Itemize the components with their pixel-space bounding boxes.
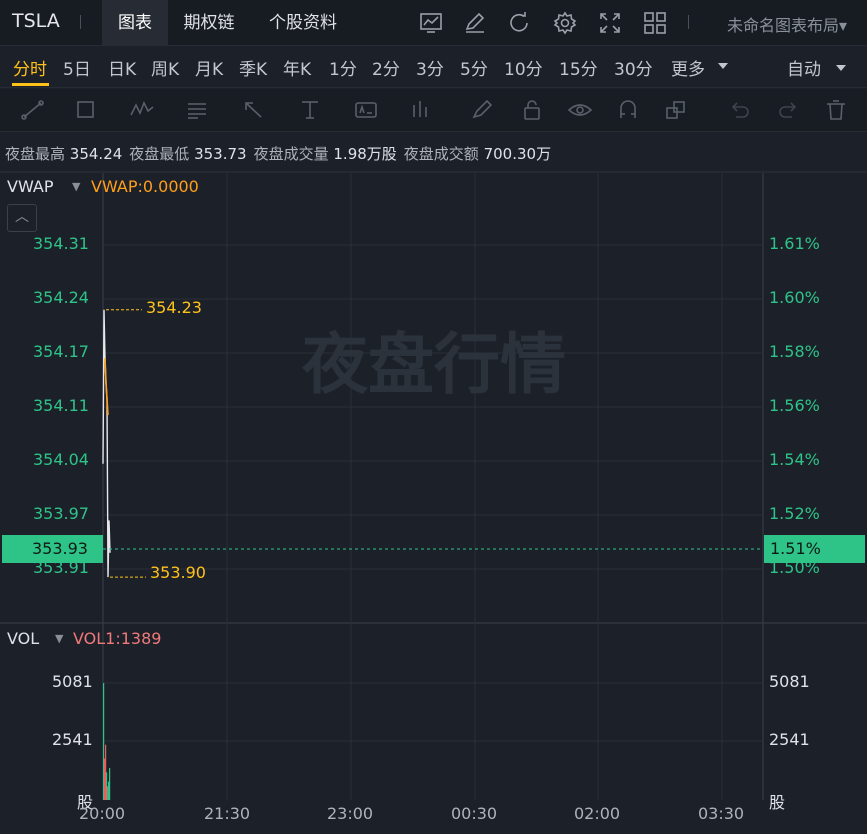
vol-tick: 5081 bbox=[52, 672, 93, 691]
time-tick: 23:00 bbox=[327, 804, 374, 823]
pct-tick: 1.58% bbox=[769, 342, 820, 361]
pct-tick: 1.60% bbox=[769, 288, 820, 307]
high-price-label: 354.23 bbox=[146, 298, 202, 317]
pct-tick: 1.54% bbox=[769, 450, 820, 469]
vwap-indicator-value: VWAP:0.0000 bbox=[91, 177, 199, 196]
time-tick: 00:30 bbox=[451, 804, 498, 823]
low-price-label: 353.90 bbox=[150, 563, 206, 582]
vol-indicator-name[interactable]: VOL bbox=[7, 629, 39, 648]
time-tick: 21:30 bbox=[204, 804, 251, 823]
vwap-dropdown-icon[interactable]: ▼ bbox=[72, 180, 80, 193]
volume-bar bbox=[109, 768, 111, 800]
vol-tick-right: 2541 bbox=[769, 730, 810, 749]
watermark-text: 夜盘行情 bbox=[301, 326, 566, 403]
price-chart[interactable]: 夜盘行情 bbox=[0, 0, 867, 834]
collapse-chevron-up-icon[interactable]: ︿ bbox=[7, 204, 37, 232]
price-tick: 354.17 bbox=[33, 342, 89, 361]
vol-indicator-value: VOL1:1389 bbox=[73, 629, 162, 648]
price-tick: 354.11 bbox=[33, 396, 89, 415]
pct-tick: 1.61% bbox=[769, 234, 820, 253]
vol-tick-right: 5081 bbox=[769, 672, 810, 691]
vol-unit-right: 股 bbox=[769, 793, 786, 812]
price-tick: 354.04 bbox=[33, 450, 89, 469]
price-tick: 354.31 bbox=[33, 234, 89, 253]
vol-tick: 2541 bbox=[52, 730, 93, 749]
time-tick: 20:00 bbox=[79, 804, 126, 823]
vol-dropdown-icon[interactable]: ▼ bbox=[55, 632, 63, 645]
pct-tick: 1.56% bbox=[769, 396, 820, 415]
time-tick: 02:00 bbox=[574, 804, 621, 823]
price-tick: 353.97 bbox=[33, 504, 89, 523]
current-pct-badge: 1.51% bbox=[764, 535, 865, 563]
current-price-badge: 353.93 bbox=[2, 535, 103, 563]
vwap-indicator-name[interactable]: VWAP bbox=[7, 177, 53, 196]
price-line bbox=[102, 309, 111, 578]
pct-tick: 1.52% bbox=[769, 504, 820, 523]
time-tick: 03:30 bbox=[698, 804, 745, 823]
price-tick: 354.24 bbox=[33, 288, 89, 307]
